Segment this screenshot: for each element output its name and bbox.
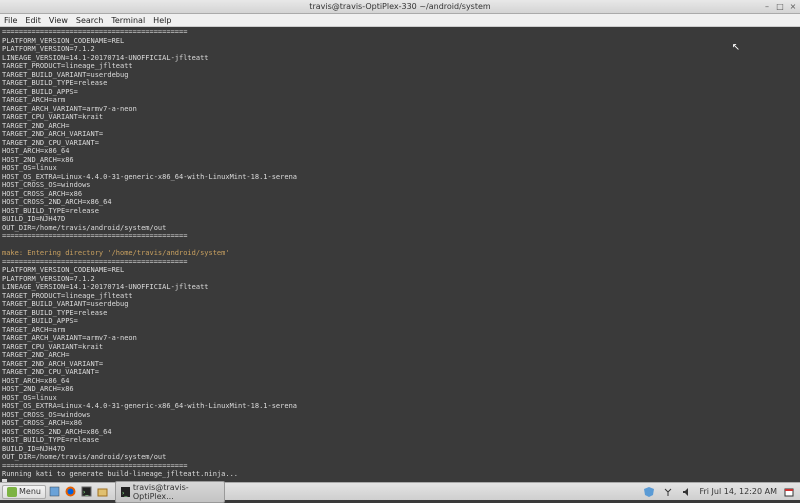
terminal-icon: ›_	[121, 487, 130, 497]
show-desktop-icon[interactable]	[48, 485, 62, 499]
terminal-launcher-icon[interactable]: ›_	[80, 485, 94, 499]
mint-logo-icon	[7, 487, 17, 497]
window-title: travis@travis-OptiPlex-330 ~/android/sys…	[309, 2, 490, 11]
window-titlebar: travis@travis-OptiPlex-330 ~/android/sys…	[0, 0, 800, 14]
menu-help[interactable]: Help	[153, 16, 171, 25]
calendar-icon[interactable]	[782, 485, 796, 499]
terminal-output[interactable]: ========================================…	[0, 27, 800, 482]
menu-search[interactable]: Search	[76, 16, 103, 25]
taskbar-item-terminal[interactable]: ›_ travis@travis-OptiPlex...	[115, 481, 225, 503]
menu-file[interactable]: File	[4, 16, 17, 25]
menu-label: Menu	[19, 487, 41, 496]
taskbar-item-label: travis@travis-OptiPlex...	[133, 483, 219, 501]
network-icon[interactable]	[661, 485, 675, 499]
firefox-icon[interactable]	[64, 485, 78, 499]
update-shield-icon[interactable]	[642, 485, 656, 499]
mouse-cursor-icon: ↖	[732, 42, 740, 53]
menu-terminal[interactable]: Terminal	[111, 16, 145, 25]
close-button[interactable]: ×	[788, 2, 798, 12]
minimize-button[interactable]: –	[762, 2, 772, 12]
menubar: File Edit View Search Terminal Help	[0, 14, 800, 27]
menu-view[interactable]: View	[49, 16, 68, 25]
clock[interactable]: Fri Jul 14, 12:20 AM	[699, 487, 777, 496]
taskbar: Menu ›_ ›_ travis@travis-OptiPlex... Fri…	[0, 482, 800, 500]
menu-edit[interactable]: Edit	[25, 16, 41, 25]
volume-icon[interactable]	[680, 485, 694, 499]
files-launcher-icon[interactable]	[96, 485, 110, 499]
start-menu-button[interactable]: Menu	[2, 485, 46, 499]
maximize-button[interactable]: □	[775, 2, 785, 12]
